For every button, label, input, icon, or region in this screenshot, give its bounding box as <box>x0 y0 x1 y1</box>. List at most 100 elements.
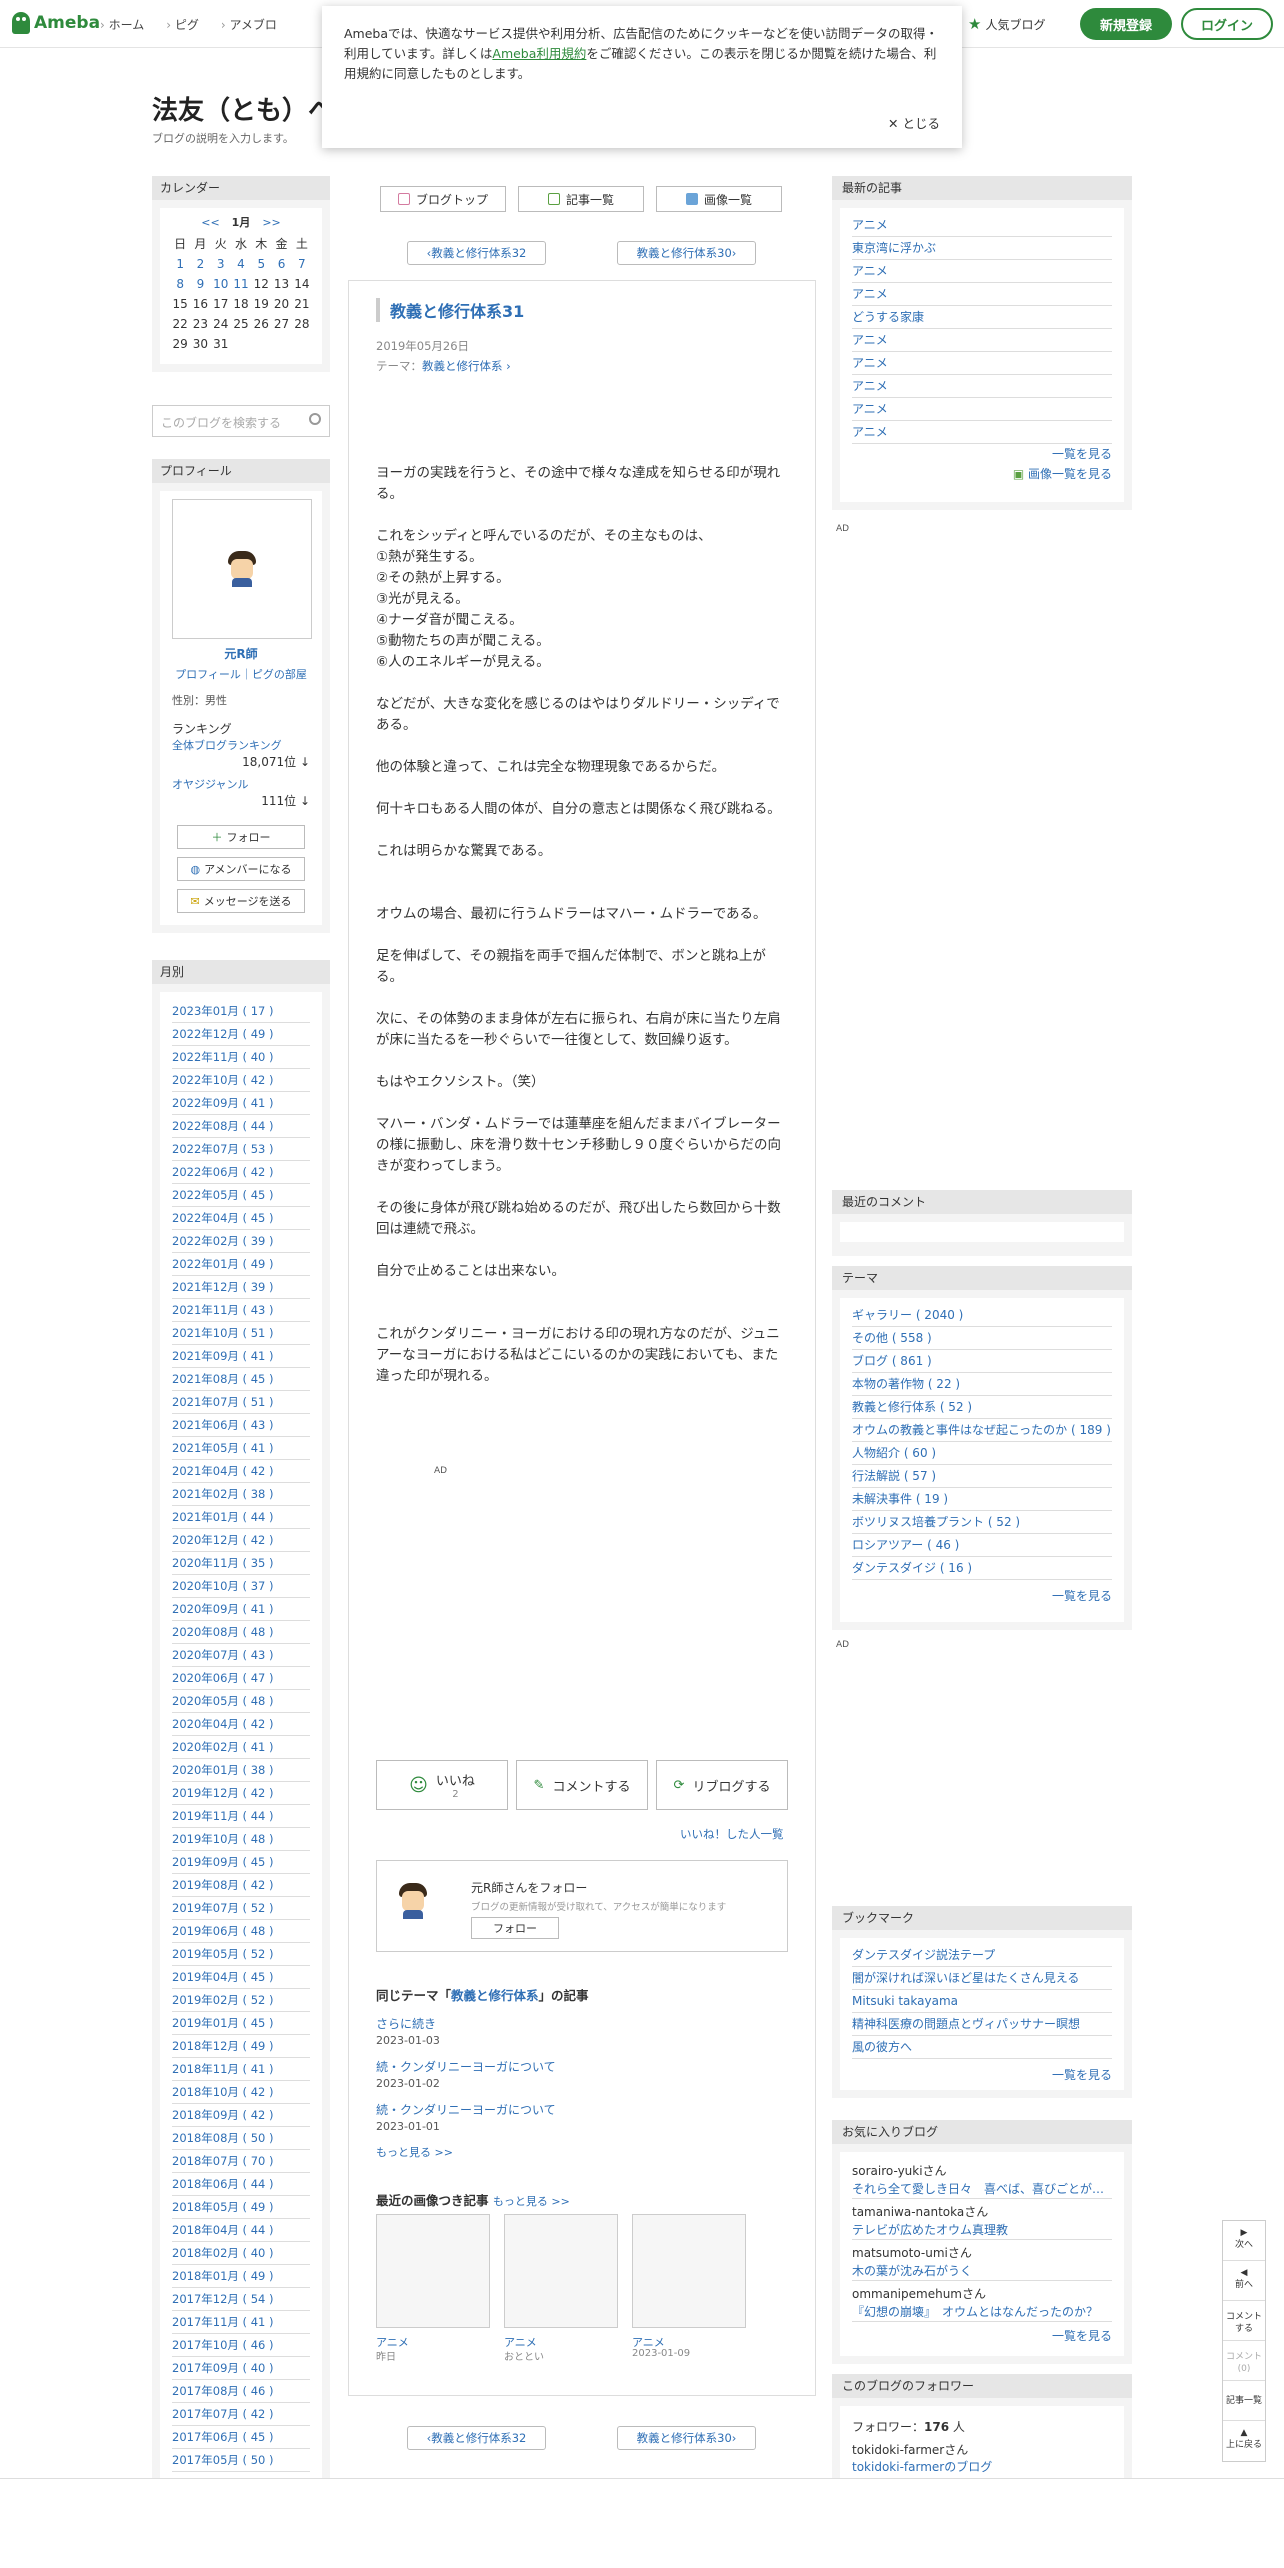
fav-blog-title[interactable]: テレビが広めたオウム真理教 <box>852 2221 1112 2240</box>
calendar-day[interactable]: 8 <box>170 274 190 294</box>
monthly-item[interactable]: 2020年04月 ( 42 ) <box>172 1713 310 1736</box>
pager-next-top[interactable]: 教義と修行体系30 › <box>617 241 756 265</box>
pager-prev-top[interactable]: ‹ 教義と修行体系32 <box>407 241 546 265</box>
monthly-item[interactable]: 2019年08月 ( 42 ) <box>172 1874 310 1897</box>
tab-image-list[interactable]: 画像一覧 <box>656 186 782 212</box>
monthly-item[interactable]: 2018年02月 ( 40 ) <box>172 2242 310 2265</box>
theme-item[interactable]: 人物紹介 ( 60 ) <box>852 1442 1112 1465</box>
follow-button[interactable]: ＋フォロー <box>177 825 305 849</box>
monthly-item[interactable]: 2022年07月 ( 53 ) <box>172 1138 310 1161</box>
recent-images-more[interactable]: もっと見る >> <box>493 2195 570 2208</box>
monthly-item[interactable]: 2018年10月 ( 42 ) <box>172 2081 310 2104</box>
theme-item[interactable]: ギャラリー ( 2040 ) <box>852 1304 1112 1327</box>
monthly-item[interactable]: 2018年12月 ( 49 ) <box>172 2035 310 2058</box>
blog-title[interactable]: 法友（とも）へ <box>152 90 334 127</box>
latest-item[interactable]: アニメ <box>852 283 1112 306</box>
same-theme-more[interactable]: もっと見る >> <box>376 2144 453 2160</box>
monthly-item[interactable]: 2022年05月 ( 45 ) <box>172 1184 310 1207</box>
theme-item[interactable]: 行法解説 ( 57 ) <box>852 1465 1112 1488</box>
pager-prev-bottom[interactable]: ‹ 教義と修行体系32 <box>407 2426 546 2450</box>
monthly-item[interactable]: 2019年07月 ( 52 ) <box>172 1897 310 1920</box>
fav-blog-title[interactable]: 木の葉が沈み石がうく <box>852 2262 1112 2281</box>
monthly-item[interactable]: 2022年04月 ( 45 ) <box>172 1207 310 1230</box>
theme-item[interactable]: ロシアツアー ( 46 ) <box>852 1534 1112 1557</box>
fav-user[interactable]: ommanipemehumさん <box>852 2285 1112 2303</box>
same-theme-item[interactable]: 続・クンダリニーヨーガについて <box>376 2101 556 2118</box>
fav-more[interactable]: 一覧を見る <box>852 2326 1112 2346</box>
float-prev-button[interactable]: ◀ 前へ <box>1223 2261 1265 2301</box>
message-button[interactable]: ✉ メッセージを送る <box>177 889 305 913</box>
follow-box-button[interactable]: フォロー <box>471 1917 559 1939</box>
theme-item[interactable]: 未解決事件 ( 19 ) <box>852 1488 1112 1511</box>
monthly-item[interactable]: 2017年07月 ( 42 ) <box>172 2403 310 2426</box>
same-theme-item[interactable]: 続・クンダリニーヨーガについて <box>376 2058 556 2075</box>
monthly-item[interactable]: 2020年01月 ( 38 ) <box>172 1759 310 1782</box>
ameba-logo[interactable]: Ameba <box>12 12 100 34</box>
monthly-item[interactable]: 2022年12月 ( 49 ) <box>172 1023 310 1046</box>
bookmark-item[interactable]: 闇が深ければ深いほど星はたくさん見える <box>852 1967 1112 1990</box>
fav-blog-title[interactable]: 『幻想の崩壊』 オウムとはなんだったのか？ <box>852 2303 1112 2322</box>
monthly-item[interactable]: 2017年12月 ( 54 ) <box>172 2288 310 2311</box>
monthly-item[interactable]: 2018年06月 ( 44 ) <box>172 2173 310 2196</box>
image-thumbnail[interactable] <box>376 2214 490 2328</box>
float-comment-button[interactable]: コメントする <box>1223 2301 1265 2341</box>
monthly-item[interactable]: 2017年10月 ( 46 ) <box>172 2334 310 2357</box>
latest-item[interactable]: 東京湾に浮かぶ <box>852 237 1112 260</box>
liked-users-link[interactable]: いいね！した人一覧 <box>680 1826 784 1842</box>
nav-pigg[interactable]: ピグ <box>166 16 199 33</box>
monthly-item[interactable]: 2019年04月 ( 45 ) <box>172 1966 310 1989</box>
monthly-item[interactable]: 2020年11月 ( 35 ) <box>172 1552 310 1575</box>
monthly-item[interactable]: 2018年01月 ( 49 ) <box>172 2265 310 2288</box>
monthly-item[interactable]: 2019年11月 ( 44 ) <box>172 1805 310 1828</box>
monthly-item[interactable]: 2021年08月 ( 45 ) <box>172 1368 310 1391</box>
image-thumbnail[interactable] <box>632 2214 746 2328</box>
calendar-day[interactable]: 3 <box>211 254 231 274</box>
monthly-item[interactable]: 2017年09月 ( 40 ) <box>172 2357 310 2380</box>
monthly-item[interactable]: 2021年01月 ( 44 ) <box>172 1506 310 1529</box>
monthly-item[interactable]: 2021年04月 ( 42 ) <box>172 1460 310 1483</box>
theme-item[interactable]: ボツリヌス培養プラント ( 52 ) <box>852 1511 1112 1534</box>
profile-name[interactable]: 元R師 <box>172 645 310 662</box>
latest-item[interactable]: アニメ <box>852 398 1112 421</box>
theme-item[interactable]: その他 ( 558 ) <box>852 1327 1112 1350</box>
reblog-button[interactable]: ⟳ リブログする <box>656 1760 788 1810</box>
monthly-item[interactable]: 2017年05月 ( 50 ) <box>172 2449 310 2472</box>
monthly-item[interactable]: 2019年05月 ( 52 ) <box>172 1943 310 1966</box>
monthly-item[interactable]: 2022年09月 ( 41 ) <box>172 1092 310 1115</box>
fav-user[interactable]: matsumoto-umiさん <box>852 2244 1112 2262</box>
calendar-day[interactable]: 1 <box>170 254 190 274</box>
article-theme-link[interactable]: 教義と修行体系 <box>422 359 503 373</box>
terms-link[interactable]: Ameba利用規約 <box>492 46 586 61</box>
float-list-button[interactable]: 記事一覧 <box>1223 2381 1265 2421</box>
follower-blog[interactable]: tokidoki-farmerのブログ <box>852 2458 1112 2475</box>
calendar-next[interactable]: >> <box>262 216 280 229</box>
themes-more[interactable]: 一覧を見る <box>852 1586 1112 1606</box>
theme-item[interactable]: 本物の著作物 ( 22 ) <box>852 1373 1112 1396</box>
theme-item[interactable]: 教義と修行体系 ( 52 ) <box>852 1396 1112 1419</box>
fav-blog-title[interactable]: それら全て愛しき日々 喜べば、喜びごとが… <box>852 2180 1112 2199</box>
pager-next-bottom[interactable]: 教義と修行体系30 › <box>617 2426 756 2450</box>
monthly-item[interactable]: 2020年02月 ( 41 ) <box>172 1736 310 1759</box>
image-thumbnail[interactable] <box>504 2214 618 2328</box>
monthly-item[interactable]: 2019年02月 ( 52 ) <box>172 1989 310 2012</box>
comment-button[interactable]: ✎ コメントする <box>516 1760 648 1810</box>
float-comments-button[interactable]: コメント(0) <box>1223 2341 1265 2381</box>
cookie-close-button[interactable]: ✕ とじる <box>888 114 940 134</box>
calendar-day[interactable]: 11 <box>231 274 251 294</box>
amember-button[interactable]: ◍ アメンバーになる <box>177 857 305 881</box>
bookmark-item[interactable]: ダンテスダイジ説法テープ <box>852 1944 1112 1967</box>
monthly-item[interactable]: 2018年08月 ( 50 ) <box>172 2127 310 2150</box>
monthly-item[interactable]: 2020年07月 ( 43 ) <box>172 1644 310 1667</box>
latest-item[interactable]: アニメ <box>852 329 1112 352</box>
monthly-item[interactable]: 2021年12月 ( 39 ) <box>172 1276 310 1299</box>
latest-item[interactable]: アニメ <box>852 260 1112 283</box>
float-top-button[interactable]: ▲ 上に戻る <box>1223 2421 1265 2461</box>
monthly-item[interactable]: 2021年11月 ( 43 ) <box>172 1299 310 1322</box>
monthly-item[interactable]: 2022年01月 ( 49 ) <box>172 1253 310 1276</box>
theme-item[interactable]: ダンテスダイジ ( 16 ) <box>852 1557 1112 1580</box>
monthly-item[interactable]: 2022年10月 ( 42 ) <box>172 1069 310 1092</box>
monthly-item[interactable]: 2020年06月 ( 47 ) <box>172 1667 310 1690</box>
monthly-item[interactable]: 2022年06月 ( 42 ) <box>172 1161 310 1184</box>
monthly-item[interactable]: 2022年02月 ( 39 ) <box>172 1230 310 1253</box>
bookmark-item[interactable]: 精神科医療の問題点とヴィパッサナー瞑想 <box>852 2013 1112 2036</box>
